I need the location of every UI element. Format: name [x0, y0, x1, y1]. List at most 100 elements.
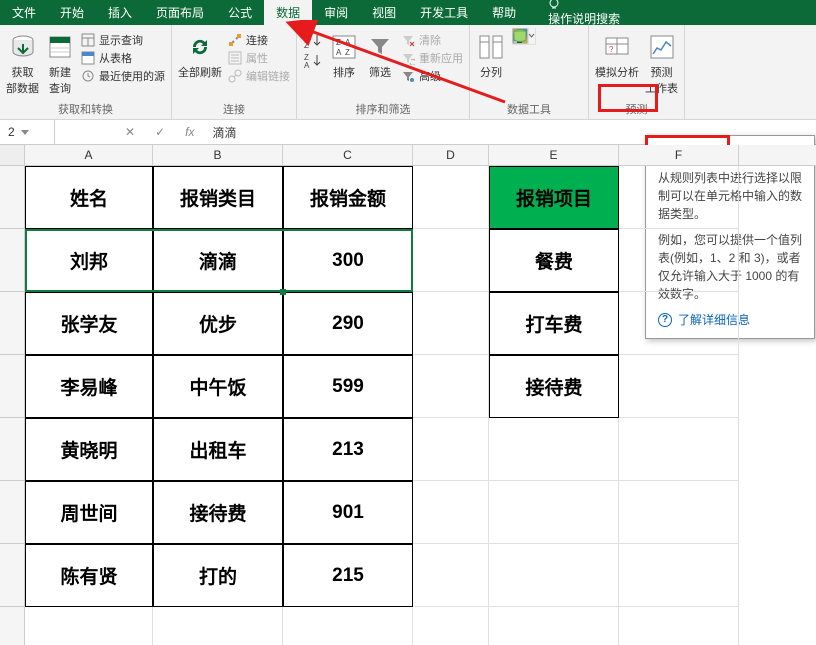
confirm-formula-button[interactable]: ✓	[145, 125, 175, 139]
table-cell[interactable]: 接待费	[153, 481, 283, 544]
name-box[interactable]: 2	[0, 120, 55, 144]
row-header[interactable]	[0, 481, 25, 544]
cell[interactable]	[413, 607, 489, 645]
properties-button[interactable]: 属性	[228, 50, 290, 66]
row-header[interactable]	[0, 229, 25, 292]
tab-formula[interactable]: 公式	[216, 0, 264, 25]
whatif-button[interactable]: ? 模拟分析	[595, 28, 639, 80]
table-cell[interactable]: 优步	[153, 292, 283, 355]
tab-help[interactable]: 帮助	[480, 0, 528, 25]
select-all-corner[interactable]	[0, 145, 25, 165]
cell[interactable]	[619, 166, 739, 229]
table-header[interactable]: 报销类目	[153, 166, 283, 229]
cell[interactable]	[413, 229, 489, 292]
from-table-button[interactable]: 从表格	[81, 50, 165, 66]
fx-icon[interactable]: fx	[175, 125, 204, 139]
cell[interactable]	[283, 607, 413, 645]
col-header-f[interactable]: F	[619, 145, 739, 165]
table-cell[interactable]: 599	[283, 355, 413, 418]
cell[interactable]	[153, 607, 283, 645]
row-header[interactable]	[0, 418, 25, 481]
table-cell[interactable]: 张学友	[25, 292, 153, 355]
table-header[interactable]: 姓名	[25, 166, 153, 229]
cell[interactable]	[619, 544, 739, 607]
cell[interactable]	[489, 544, 619, 607]
tab-insert[interactable]: 插入	[96, 0, 144, 25]
recent-sources-button[interactable]: 最近使用的源	[81, 68, 165, 84]
sort-desc-button[interactable]: ZA	[303, 52, 323, 70]
cell[interactable]	[489, 607, 619, 645]
tab-review[interactable]: 审阅	[312, 0, 360, 25]
row-header[interactable]	[0, 166, 25, 229]
cell[interactable]	[619, 292, 739, 355]
cell[interactable]	[413, 481, 489, 544]
sort-asc-button[interactable]: AZ	[303, 32, 323, 50]
table-cell-e[interactable]: 打车费	[489, 292, 619, 355]
tab-layout[interactable]: 页面布局	[144, 0, 216, 25]
row-header[interactable]	[0, 355, 25, 418]
table-header-e[interactable]: 报销项目	[489, 166, 619, 229]
row-header[interactable]	[0, 292, 25, 355]
table-cell-e[interactable]: 餐费	[489, 229, 619, 292]
filter-button[interactable]: 筛选	[365, 28, 395, 80]
row-header[interactable]	[0, 544, 25, 607]
table-cell[interactable]: 213	[283, 418, 413, 481]
tab-view[interactable]: 视图	[360, 0, 408, 25]
col-header-b[interactable]: B	[153, 145, 283, 165]
reapply-filter-button[interactable]: 重新应用	[401, 50, 463, 66]
manage-data-model-button[interactable]	[512, 28, 529, 45]
table-cell[interactable]: 黄晓明	[25, 418, 153, 481]
col-header-c[interactable]: C	[283, 145, 413, 165]
table-cell[interactable]: 周世间	[25, 481, 153, 544]
table-cell[interactable]: 陈有贤	[25, 544, 153, 607]
table-cell[interactable]: 290	[283, 292, 413, 355]
cell[interactable]	[619, 418, 739, 481]
sort-button[interactable]: ZAAZ 排序	[329, 28, 359, 80]
cell[interactable]	[489, 418, 619, 481]
col-header-d[interactable]: D	[413, 145, 489, 165]
table-cell[interactable]: 300	[283, 229, 413, 292]
tab-data[interactable]: 数据	[264, 0, 312, 25]
group-sort-filter: AZ ZA ZAAZ 排序 筛选 清除 重新应用 高级 排序和筛选	[297, 25, 470, 119]
tab-file[interactable]: 文件	[0, 0, 48, 25]
table-cell[interactable]: 刘邦	[25, 229, 153, 292]
cell[interactable]	[619, 607, 739, 645]
row-header[interactable]	[0, 607, 25, 645]
text-to-columns-button[interactable]: 分列	[476, 28, 506, 80]
worksheet[interactable]: A B C D E F 姓名报销类目报销金额 报销项目刘邦滴滴300 餐费张学友优步…	[0, 145, 816, 645]
col-header-e[interactable]: E	[489, 145, 619, 165]
table-cell[interactable]: 滴滴	[153, 229, 283, 292]
cell[interactable]	[413, 418, 489, 481]
show-queries-button[interactable]: 显示查询	[81, 32, 165, 48]
table-cell[interactable]: 901	[283, 481, 413, 544]
tab-dev[interactable]: 开发工具	[408, 0, 480, 25]
table-header[interactable]: 报销金额	[283, 166, 413, 229]
clear-filter-button[interactable]: 清除	[401, 32, 463, 48]
table-cell[interactable]: 李易峰	[25, 355, 153, 418]
cell[interactable]	[413, 166, 489, 229]
connections-button[interactable]: 连接	[228, 32, 290, 48]
table-cell[interactable]: 215	[283, 544, 413, 607]
col-header-a[interactable]: A	[25, 145, 153, 165]
forecast-sheet-button[interactable]: 预测 工作表	[645, 28, 678, 96]
cell[interactable]	[619, 355, 739, 418]
table-cell[interactable]: 出租车	[153, 418, 283, 481]
cell[interactable]	[619, 481, 739, 544]
table-cell[interactable]: 打的	[153, 544, 283, 607]
cell[interactable]	[413, 544, 489, 607]
clear-icon	[401, 33, 415, 47]
tab-home[interactable]: 开始	[48, 0, 96, 25]
get-external-data-button[interactable]: 获取 部数据	[6, 28, 39, 96]
cell[interactable]	[413, 355, 489, 418]
cancel-formula-button[interactable]: ✕	[115, 125, 145, 139]
table-cell-e[interactable]: 接待费	[489, 355, 619, 418]
table-cell[interactable]: 中午饭	[153, 355, 283, 418]
cell[interactable]	[619, 229, 739, 292]
advanced-filter-button[interactable]: 高级	[401, 68, 463, 84]
new-query-button[interactable]: 新建 查询	[45, 28, 75, 96]
edit-links-button[interactable]: 编辑链接	[228, 68, 290, 84]
cell[interactable]	[25, 607, 153, 645]
cell[interactable]	[489, 481, 619, 544]
cell[interactable]	[413, 292, 489, 355]
refresh-all-button[interactable]: 全部刷新	[178, 28, 222, 80]
